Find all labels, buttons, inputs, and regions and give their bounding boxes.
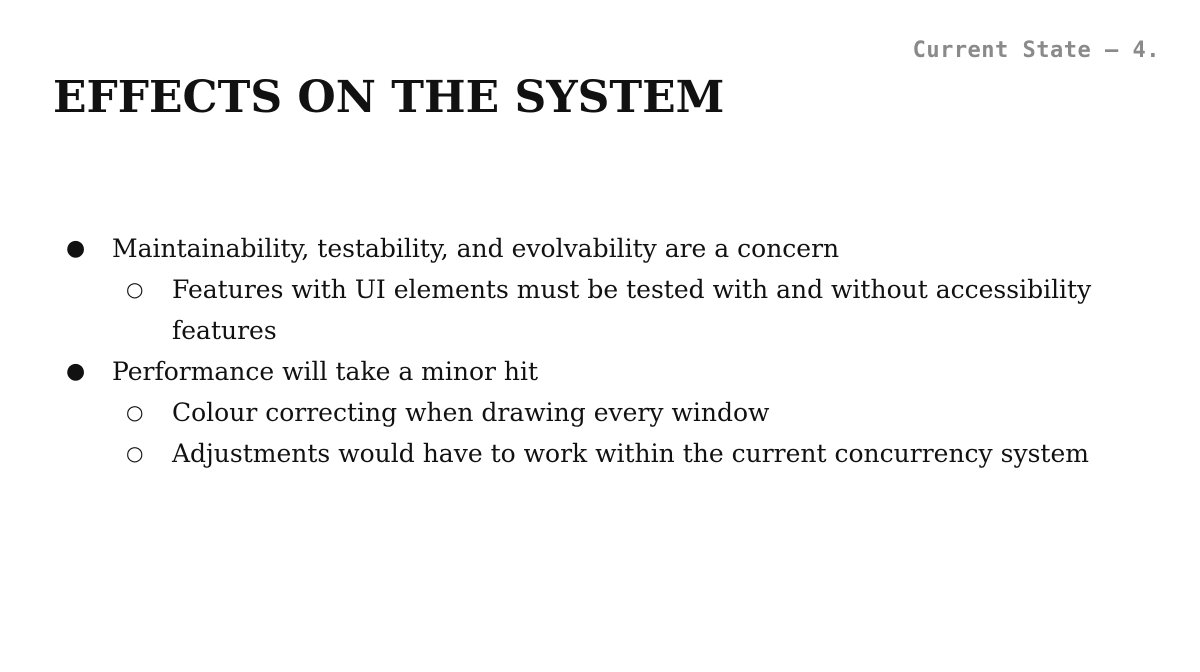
bullet-circle-icon: ○ [126,277,144,301]
sub-bullet-text: Features with UI elements must be tested… [172,275,1092,345]
bullet-circle-icon: ○ [126,441,144,465]
bullet-item: ● Performance will take a minor hit [0,351,1200,392]
bullet-dot-icon: ● [66,359,86,384]
sub-bullet-item: ○ Adjustments would have to work within … [0,433,1122,474]
sub-bullet-text: Adjustments would have to work within th… [172,439,1089,468]
sub-bullet-item: ○ Features with UI elements must be test… [0,269,1122,351]
bullet-text: Performance will take a minor hit [112,357,539,386]
bullet-text: Maintainability, testability, and evolva… [112,234,840,263]
slide-title: EFFECTS ON THE SYSTEM [53,72,725,123]
bullet-dot-icon: ● [66,236,86,261]
bullet-circle-icon: ○ [126,400,144,424]
sub-bullet-item: ○ Colour correcting when drawing every w… [0,392,1122,433]
bullet-item: ● Maintainability, testability, and evol… [0,228,1200,269]
sub-bullet-text: Colour correcting when drawing every win… [172,398,770,427]
section-tag: Current State — 4. [912,38,1160,63]
bullet-list: ● Maintainability, testability, and evol… [0,228,1200,474]
slide: Current State — 4. EFFECTS ON THE SYSTEM… [0,0,1200,672]
